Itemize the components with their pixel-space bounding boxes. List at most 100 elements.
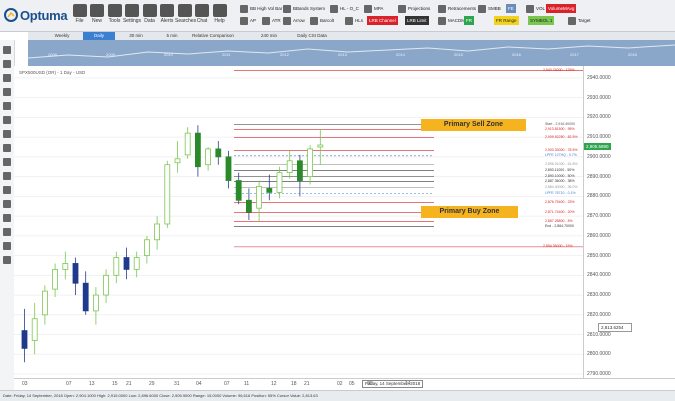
tool-bb-high-vol-bar-button[interactable]: BB High Vol Bar	[240, 4, 282, 13]
candle-body[interactable]	[133, 257, 140, 270]
candle-body[interactable]	[113, 257, 120, 276]
tool-hls-button[interactable]: HLs	[345, 16, 363, 25]
pointer-icon[interactable]	[3, 46, 11, 54]
candle-body[interactable]	[41, 290, 48, 316]
toolbar-new-button[interactable]: New	[88, 4, 107, 28]
candle-body[interactable]	[21, 330, 28, 349]
tool-ap-button[interactable]: AP	[240, 16, 256, 25]
tool-mpa-button[interactable]: MPA	[364, 4, 383, 13]
pages-icon[interactable]	[3, 158, 11, 166]
candle-body[interactable]	[266, 188, 273, 193]
tool-smbb-button[interactable]: SMBB	[478, 4, 501, 13]
lock-open-icon[interactable]	[3, 200, 11, 208]
page-icon[interactable]	[3, 144, 11, 152]
tool-lrb-channel-button[interactable]: LRB Channel	[367, 16, 398, 25]
toolbar-chat-button[interactable]: Chat	[193, 4, 212, 28]
toolbar-alerts-button[interactable]: Alerts	[158, 4, 177, 28]
toolbar-help-button[interactable]: Help	[210, 4, 229, 28]
candle-body[interactable]	[276, 172, 283, 193]
candle-body[interactable]	[82, 282, 89, 312]
candle-body[interactable]	[235, 180, 242, 201]
grid-icon[interactable]	[3, 242, 11, 250]
fib-level-label: 2,909.92250 - 82.5%	[545, 134, 578, 139]
tool-projections-button[interactable]: Projections	[398, 4, 430, 13]
tab-240-min[interactable]: 240 min	[253, 32, 285, 40]
table-icon[interactable]	[3, 256, 11, 264]
tool-icon	[438, 4, 446, 13]
candle-body[interactable]	[93, 294, 99, 312]
candle-body[interactable]	[52, 268, 58, 290]
tool-fr-range-button[interactable]: FR Range	[494, 16, 519, 25]
overview-navigator[interactable]: 2008 2009 2010 2011 2012 2013 2014 2015 2016 2017…	[28, 40, 675, 66]
tool-label: FR Range	[496, 18, 517, 23]
tool-fe-button[interactable]: FE	[506, 4, 516, 13]
pencil-icon[interactable]	[3, 172, 11, 180]
candle-body[interactable]	[194, 132, 201, 168]
tool-macdm-button[interactable]: MACDM	[438, 16, 465, 25]
tool-atr-button[interactable]: ATR	[262, 16, 281, 25]
crosshair-icon[interactable]	[3, 60, 11, 68]
tool-arrow-button[interactable]: Arrow	[283, 16, 305, 25]
overview-year-label: 2015	[454, 52, 463, 57]
price-chart[interactable]	[14, 66, 583, 378]
alerts-icon	[160, 4, 174, 17]
candle-body[interactable]	[123, 257, 130, 270]
overview-year-label: 2016	[512, 52, 521, 57]
print-icon[interactable]	[3, 74, 11, 82]
overview-year-label: 2009	[106, 52, 115, 57]
candle-body[interactable]	[286, 160, 293, 174]
toolbar-tools-button[interactable]: Tools	[105, 4, 124, 28]
tab-30-min[interactable]: 30 min	[120, 32, 152, 40]
tool-bbands-system-button[interactable]: BBands System	[283, 4, 325, 13]
toolbar-file-button[interactable]: File	[70, 4, 89, 28]
candle-body[interactable]	[72, 263, 79, 284]
candle-body[interactable]	[317, 144, 324, 148]
tool-vol-button[interactable]: VOL	[526, 4, 545, 13]
logo-icon	[4, 8, 18, 22]
candle-body[interactable]	[164, 164, 171, 225]
lock-icon[interactable]	[3, 186, 11, 194]
toolbar-settings-button[interactable]: Settings	[123, 4, 142, 28]
gear-icon[interactable]	[3, 214, 11, 222]
tool-retracements-button[interactable]: Retracements	[438, 4, 476, 13]
tool-label: LRB Limit	[407, 18, 427, 23]
candle-body[interactable]	[31, 318, 38, 341]
candle-body[interactable]	[174, 158, 181, 164]
toolbar-searches-button[interactable]: Searches	[175, 4, 196, 28]
candle-body[interactable]	[215, 148, 222, 158]
price-axis[interactable]: 2940.0000 2930.0000 2920.0000 2910.0000 2900…	[583, 66, 675, 378]
tool-fr-button[interactable]: FR	[464, 16, 474, 25]
tool-volumemavg-button[interactable]: VolumeMAvg	[546, 4, 577, 13]
undo-icon[interactable]	[3, 102, 11, 110]
tab-relative-comparison[interactable]: Relative Comparison	[188, 32, 238, 40]
candle-body[interactable]	[225, 156, 232, 181]
layout-icon[interactable]	[3, 88, 11, 96]
candle-body[interactable]	[296, 160, 303, 181]
tab-weekly[interactable]: Weekly	[46, 32, 78, 40]
tab-daily-csi-data[interactable]: Daily CSI Data	[296, 32, 328, 40]
toolbar-data-button[interactable]: Data	[140, 4, 159, 28]
redo-icon[interactable]	[3, 116, 11, 124]
tab-5-min[interactable]: 5 min	[156, 32, 188, 40]
price-cursor-field[interactable]: 2,813.6254	[598, 323, 632, 333]
tool-target-button[interactable]: Target	[568, 16, 591, 25]
candle-body[interactable]	[103, 274, 109, 296]
tool-barcolt-button[interactable]: Barcolt	[310, 16, 334, 25]
candle-body[interactable]	[205, 148, 212, 166]
tab-daily[interactable]: Daily	[83, 32, 115, 40]
candle-body[interactable]	[184, 132, 191, 156]
candle-body[interactable]	[62, 263, 69, 270]
copy-icon[interactable]	[3, 130, 11, 138]
tool-symbol-1-button[interactable]: SYMBOL 1	[528, 16, 555, 25]
overview-year-label: 2008	[48, 52, 57, 57]
candle-body[interactable]	[256, 186, 263, 209]
candle-body[interactable]	[154, 223, 161, 241]
candle-body[interactable]	[307, 148, 314, 177]
logo-text: Optuma	[20, 7, 68, 23]
candle-body[interactable]	[245, 199, 252, 213]
tool-label: BBands System	[293, 6, 326, 11]
tool-lrb-limit-button[interactable]: LRB Limit	[405, 16, 429, 25]
tool-hl-o-c-button[interactable]: HL - O_C	[330, 4, 359, 13]
candle-body[interactable]	[143, 239, 150, 256]
magnet-icon[interactable]	[3, 228, 11, 236]
